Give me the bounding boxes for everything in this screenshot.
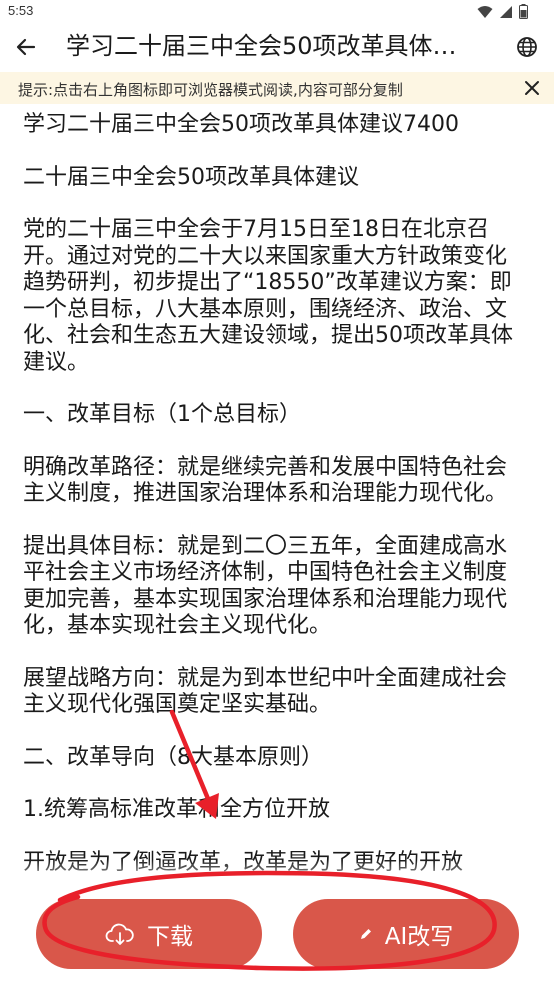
- subsection-heading: 1.统筹高标准改革和全方位开放: [23, 797, 330, 822]
- notice-close-button[interactable]: [522, 78, 542, 98]
- article-paragraph: 党的二十届三中全会于7月15日至18日在北京召开。通过对党的二十大以来国家重大方…: [23, 217, 513, 375]
- back-button[interactable]: [14, 35, 38, 59]
- status-bar: 5:53: [0, 0, 554, 24]
- app-bar: 学习二十届三中全会50项改革具体…: [0, 24, 554, 70]
- ai-rewrite-label: AI改写: [384, 924, 454, 950]
- article-subtitle: 二十届三中全会50项改革具体建议: [23, 164, 359, 190]
- close-icon: [525, 81, 539, 95]
- pencil-icon: [360, 929, 371, 939]
- download-button[interactable]: 下载: [36, 899, 262, 969]
- notice-text: 提示:点击右上角图标即可浏览器模式阅读,内容可部分复制: [18, 81, 403, 99]
- article-paragraph: 提出具体目标：就是到二〇三五年，全面建成高水平社会主义市场经济体制，中国特色社会…: [23, 533, 508, 639]
- notice-bar: 提示:点击右上角图标即可浏览器模式阅读,内容可部分复制: [0, 72, 554, 104]
- wifi-icon: [477, 5, 493, 18]
- section-heading: 一、改革目标（1个总目标）: [23, 402, 301, 427]
- article-content: 学习二十届三中全会50项改革具体建议7400 二十届三中全会50项改革具体建议 …: [23, 112, 523, 882]
- page-title: 学习二十届三中全会50项改革具体…: [66, 32, 457, 60]
- download-label: 下载: [147, 924, 193, 950]
- signal-icon: [500, 5, 512, 18]
- browser-mode-button[interactable]: [516, 36, 538, 58]
- ai-rewrite-button[interactable]: AI改写: [293, 899, 519, 969]
- article-title: 学习二十届三中全会50项改革具体建议7400: [23, 112, 459, 137]
- status-icons: [477, 4, 528, 19]
- status-time: 5:53: [8, 3, 34, 18]
- article-paragraph: 展望战略方向：就是为到本世纪中叶全面建成社会主义现代化强国奠定坚实基础。: [23, 665, 508, 718]
- section-heading: 二、改革导向（8大基本原则）: [23, 744, 323, 770]
- article-paragraph: 明确改革路径：就是继续完善和发展中国特色社会主义制度，推进国家治理体系和治理能力…: [23, 454, 508, 507]
- globe-icon: [517, 37, 537, 57]
- cloud-download-icon: [105, 923, 134, 945]
- battery-icon: [519, 4, 528, 19]
- arrow-left-icon: [16, 38, 36, 56]
